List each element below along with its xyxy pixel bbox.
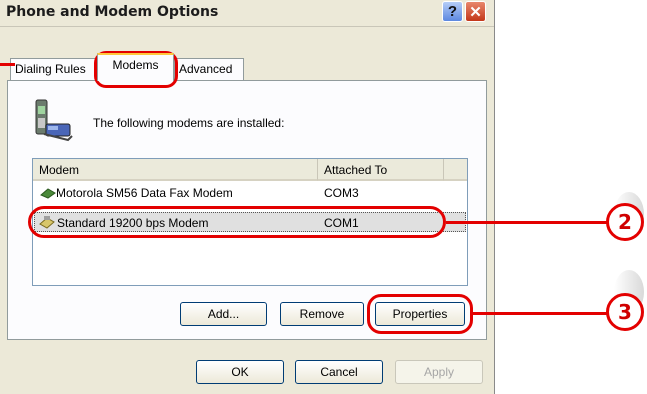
tab-dialing-rules[interactable]: Dialing Rules xyxy=(10,58,98,80)
close-button[interactable]: ✕ xyxy=(465,1,486,22)
tab-modems[interactable]: Modems xyxy=(97,53,174,81)
cancel-button[interactable]: Cancel xyxy=(295,360,383,384)
window-title: Phone and Modem Options xyxy=(6,4,219,20)
column-header-filler xyxy=(443,159,467,181)
annotation-line-3 xyxy=(473,312,608,315)
modem-name: Motorola SM56 Data Fax Modem xyxy=(56,186,233,200)
close-x-icon: ✕ xyxy=(469,3,482,21)
table-row[interactable]: Motorola SM56 Data Fax Modem COM3 xyxy=(34,183,466,203)
remove-button[interactable]: Remove xyxy=(280,302,364,326)
step-2-badge: 2 xyxy=(606,203,644,241)
question-mark-icon: ? xyxy=(447,3,458,20)
title-bar: Phone and Modem Options ? ✕ xyxy=(0,0,494,27)
column-header-attached-to[interactable]: Attached To xyxy=(317,159,443,181)
ok-button[interactable]: OK xyxy=(196,360,284,384)
apply-button[interactable]: Apply xyxy=(395,360,483,384)
annotation-line-2 xyxy=(446,221,608,224)
installed-modems-label: The following modems are installed: xyxy=(93,116,285,130)
add-button[interactable]: Add... xyxy=(180,302,267,326)
step-3-badge: 3 xyxy=(606,293,644,331)
phone-modem-icon xyxy=(35,99,73,142)
modem-icon xyxy=(40,188,56,199)
attached-port: COM3 xyxy=(324,186,359,200)
help-button[interactable]: ? xyxy=(442,1,463,22)
column-header-modem[interactable]: Modem xyxy=(33,159,317,181)
annotation-line-tab xyxy=(0,63,15,66)
row-highlight-ring xyxy=(28,206,446,238)
properties-highlight-ring xyxy=(367,294,473,334)
tab-advanced[interactable]: Advanced xyxy=(174,58,244,80)
